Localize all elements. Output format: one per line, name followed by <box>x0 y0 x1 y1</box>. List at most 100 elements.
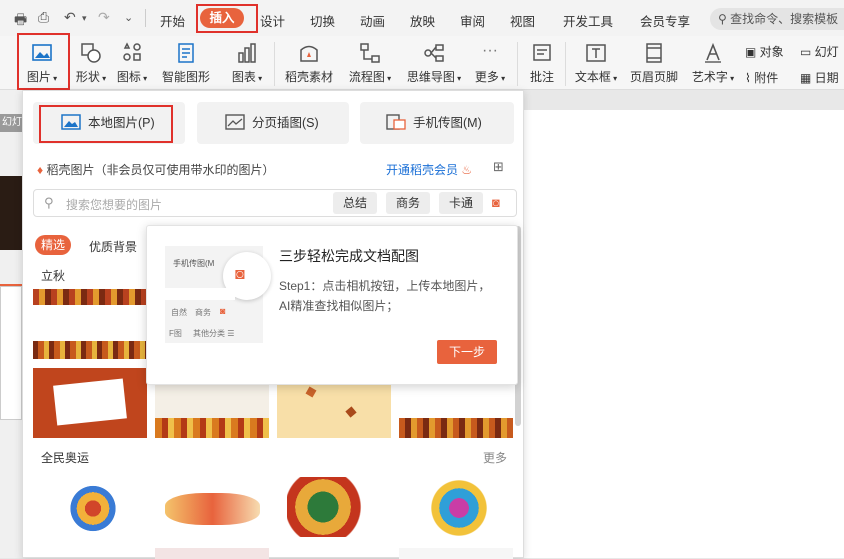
ribbon-separator <box>517 42 518 86</box>
calendar-icon: ▦ <box>800 71 815 85</box>
redo-icon[interactable]: ↷ <box>98 9 110 26</box>
mindmap-button[interactable]: 思维导图 ▾ <box>403 42 465 85</box>
tab-animation[interactable]: 动画 <box>360 11 385 30</box>
textbox-button[interactable]: 文本框 ▾ <box>572 42 620 85</box>
tutorial-desc-line2: AI精准查找相似图片； <box>279 299 399 313</box>
slide-button[interactable]: ▭ 幻灯 <box>800 43 839 60</box>
fire-icon: ♨ <box>461 163 473 177</box>
tab-transition[interactable]: 切换 <box>310 11 335 30</box>
search-tag-cartoon[interactable]: 卡通 <box>439 192 483 214</box>
object-label: 对象 <box>759 45 784 59</box>
tutorial-popup: 手机传图(M ◙ 自然 商务 ◙ F图 其他分类 ☰ 三步轻松完成文档配图 St… <box>146 225 518 385</box>
vip-link[interactable]: 开通稻壳会员 ♨ <box>386 161 472 178</box>
filter-featured[interactable]: 精选 <box>35 235 71 255</box>
ribbon-separator <box>565 42 566 86</box>
mini-camera-icon: ◙ <box>220 306 226 316</box>
chart-icon <box>236 42 258 64</box>
tab-review[interactable]: 审阅 <box>460 11 485 30</box>
picture-dropdown-panel: 本地图片(P) 分页插图(S) 手机传图(M) ♦ 稻壳图片（非会员仅可使用带水… <box>22 90 524 559</box>
docer-material-label: 稻壳素材 <box>284 70 333 84</box>
picture-highlight <box>17 33 70 90</box>
chart-button[interactable]: 图表 ▾ <box>229 42 265 85</box>
tab-member[interactable]: 会员专享 <box>640 11 690 30</box>
command-search-placeholder: 查找命令、搜索模板 <box>730 12 839 26</box>
tab-design[interactable]: 设计 <box>260 11 285 30</box>
tab-slideshow[interactable]: 放映 <box>410 11 435 30</box>
next-step-button[interactable]: 下一步 <box>437 340 497 364</box>
attachment-button[interactable]: ⌇ 附件 <box>745 69 778 86</box>
tutorial-title: 三步轻松完成文档配图 <box>279 248 419 264</box>
wordart-icon <box>702 42 724 64</box>
flowchart-button[interactable]: 流程图 ▾ <box>345 42 395 85</box>
more-dots-icon: ··· <box>482 42 498 59</box>
mini-foot-pictures: F图 <box>169 329 182 338</box>
picture-thumbnail[interactable] <box>155 471 269 541</box>
object-icon: ▣ <box>745 45 760 59</box>
picture-thumbnail[interactable] <box>399 471 513 541</box>
mindmap-label: 思维导图 <box>406 70 455 84</box>
search-icon: ⚲ <box>718 12 727 26</box>
slide-thumbnail[interactable] <box>0 286 22 420</box>
page-illustration-button[interactable]: 分页插图(S) <box>197 102 349 144</box>
picture-thumbnail[interactable] <box>277 471 391 541</box>
section-title-olympics: 全民奥运 <box>41 451 90 465</box>
tab-view[interactable]: 视图 <box>510 11 535 30</box>
textbox-icon <box>585 42 607 64</box>
slide-thumbnails-strip: 幻灯 <box>0 90 22 558</box>
print-icon[interactable]: 🖶 <box>14 9 27 33</box>
picture-thumbnail[interactable] <box>155 548 269 559</box>
shape-button[interactable]: 形状 ▾ <box>73 42 109 85</box>
command-search[interactable]: ⚲ 查找命令、搜索模板 <box>710 8 844 30</box>
picture-thumbnail[interactable] <box>33 368 147 438</box>
attachment-label: 附件 <box>754 71 779 85</box>
wordart-label: 艺术字 <box>691 70 728 84</box>
tutorial-illustration: 手机传图(M ◙ 自然 商务 ◙ F图 其他分类 ☰ <box>165 246 271 343</box>
picture-search-placeholder: 搜索您想要的图片 <box>66 198 163 212</box>
tab-home[interactable]: 开始 <box>160 11 185 30</box>
grid-view-icon[interactable]: ⊞ <box>493 159 504 175</box>
slide-thumbnail[interactable] <box>0 176 22 250</box>
print-preview-icon[interactable]: ⎙ <box>38 9 49 26</box>
comment-button[interactable]: 批注 <box>525 42 559 85</box>
object-button[interactable]: ▣ 对象 <box>745 43 784 60</box>
header-footer-label: 页眉页脚 <box>629 70 678 84</box>
textbox-label: 文本框 <box>574 70 611 84</box>
search-tag-summary[interactable]: 总结 <box>333 192 377 214</box>
more-button[interactable]: ··· 更多 ▾ <box>472 42 508 85</box>
smartart-label: 智能图形 <box>161 70 210 84</box>
customize-toolbar-icon[interactable]: ⌄ <box>124 11 133 24</box>
tab-developer[interactable]: 开发工具 <box>563 11 613 30</box>
picture-thumbnail[interactable] <box>399 548 513 559</box>
comment-label: 批注 <box>529 70 554 84</box>
phone-upload-button[interactable]: 手机传图(M) <box>360 102 514 144</box>
flowchart-label: 流程图 <box>348 70 385 84</box>
picture-thumbnail[interactable] <box>33 471 147 541</box>
search-tag-business[interactable]: 商务 <box>386 192 430 214</box>
header-footer-button[interactable]: 页眉页脚 <box>628 42 680 85</box>
icons-grid-icon <box>121 42 143 64</box>
slide-strip-label: 幻灯 <box>0 114 22 132</box>
flowchart-icon <box>359 42 381 64</box>
page-illustration-icon <box>225 114 245 130</box>
ribbon-separator <box>274 42 275 86</box>
camera-icon: ◙ <box>235 266 245 283</box>
docer-material-button[interactable]: 稻壳素材 <box>283 42 335 85</box>
undo-dropdown-icon[interactable]: ▾ <box>82 13 87 24</box>
ribbon: 图片 ▾ 形状 ▾ 图标 ▾ 智能图形 ▾ 图表 ▾ 稻壳素材 流程图 ▾ 思维… <box>0 33 844 98</box>
page-illustration-label: 分页插图(S) <box>252 116 319 130</box>
date-button[interactable]: ▦ 日期 <box>800 69 839 86</box>
icon-library-button[interactable]: 图标 ▾ <box>114 42 150 85</box>
date-label: 日期 <box>814 71 839 85</box>
mini-tag-business: 商务 <box>195 308 211 317</box>
wordart-button[interactable]: 艺术字 ▾ <box>689 42 737 85</box>
filter-quality-bg[interactable]: 优质背景 <box>89 238 137 255</box>
slide-canvas[interactable] <box>524 110 844 558</box>
picture-thumbnail[interactable] <box>33 289 147 359</box>
shape-label: 形状 <box>75 70 100 84</box>
icon-library-label: 图标 <box>116 70 141 84</box>
undo-icon[interactable]: ↶ <box>64 9 76 26</box>
more-link[interactable]: 更多 <box>483 449 507 466</box>
docer-info-text: 稻壳图片（非会员仅可使用带水印的图片） <box>46 163 275 177</box>
paperclip-icon: ⌇ <box>745 71 755 85</box>
camera-search-icon[interactable]: ◙ <box>492 195 500 210</box>
